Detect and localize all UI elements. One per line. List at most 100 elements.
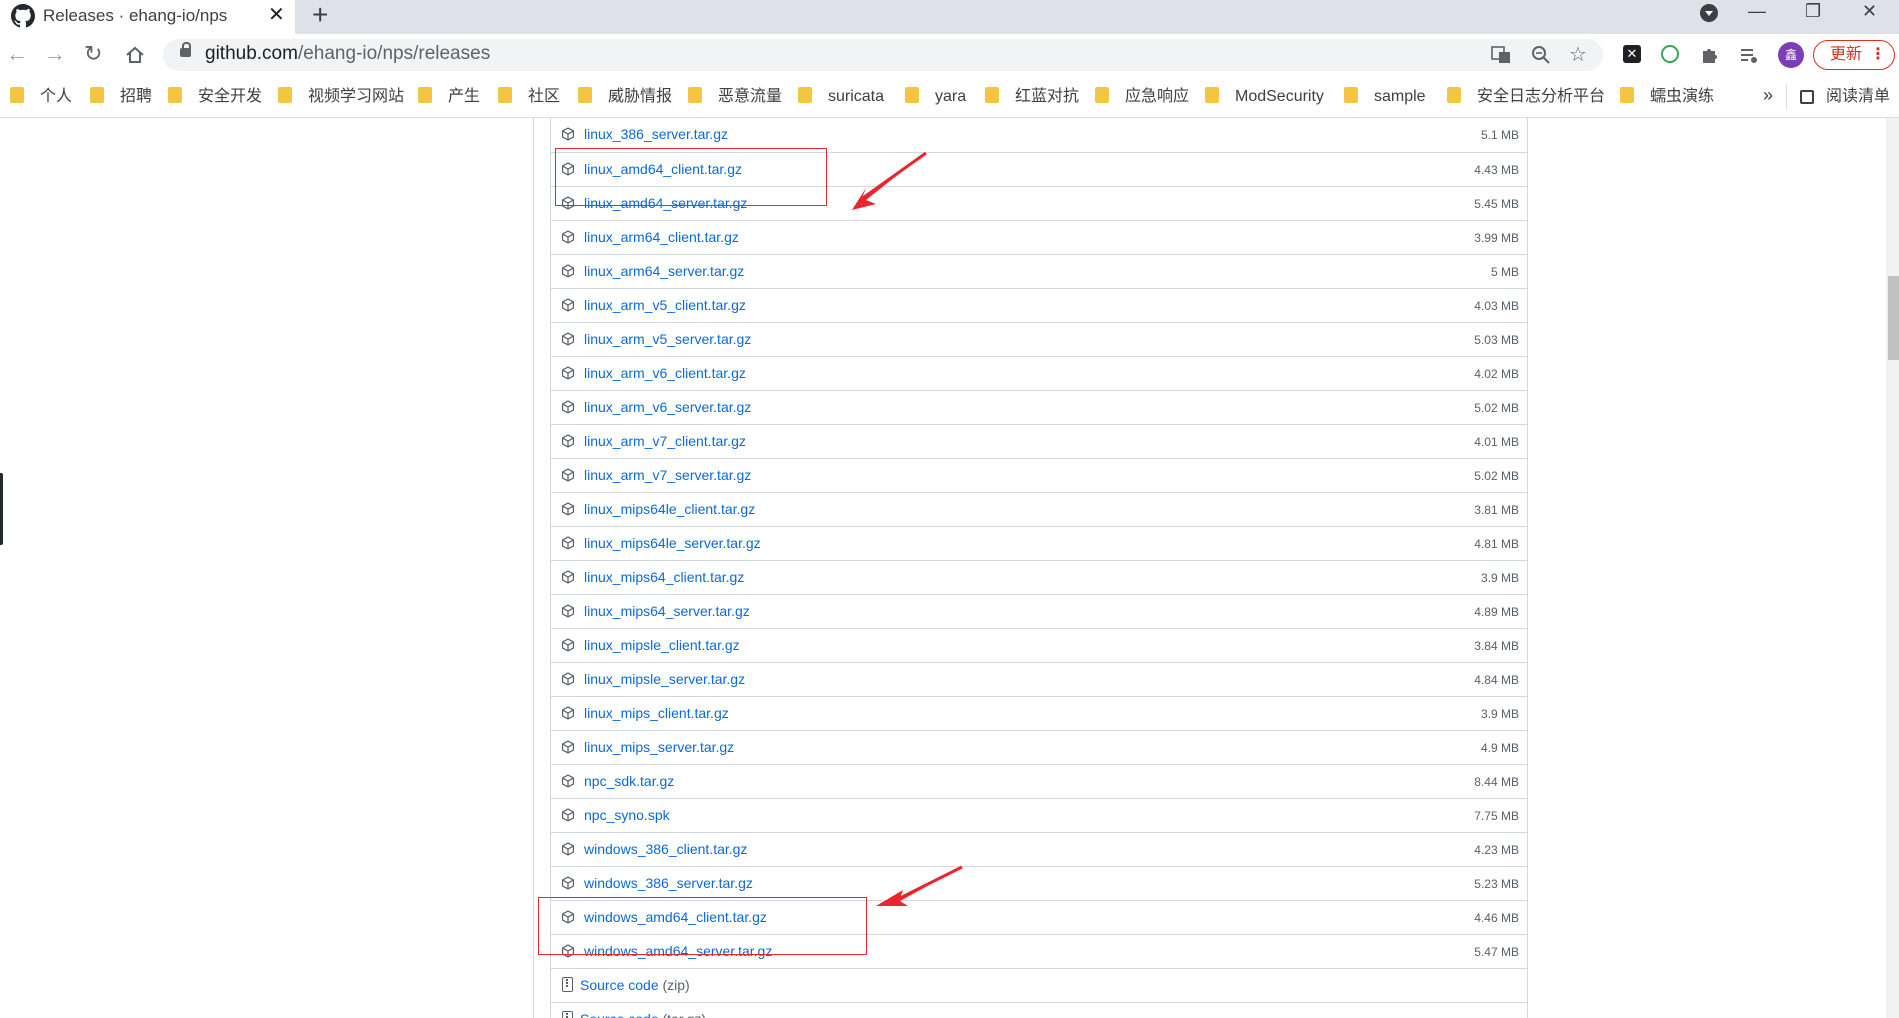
- asset-link[interactable]: linux_mipsle_server.tar.gz: [584, 670, 745, 688]
- package-icon: [561, 604, 575, 618]
- url-text[interactable]: github.com/ehang-io/nps/releases: [205, 43, 490, 65]
- asset-link[interactable]: windows_386_server.tar.gz: [584, 874, 753, 892]
- asset-link[interactable]: linux_mips64_client.tar.gz: [584, 568, 744, 586]
- bookmark-folder[interactable]: 威胁情报: [578, 86, 672, 108]
- asset-link[interactable]: windows_386_client.tar.gz: [584, 840, 747, 858]
- zoom-icon[interactable]: [1530, 44, 1552, 66]
- bookmark-folder[interactable]: 产生: [418, 86, 480, 108]
- asset-row: linux_mips_server.tar.gz 4.9 MB: [551, 730, 1527, 764]
- bookmark-folder[interactable]: 安全日志分析平台: [1447, 86, 1605, 108]
- package-icon: [561, 230, 575, 244]
- bookmark-folder[interactable]: 安全开发: [168, 86, 262, 108]
- asset-link[interactable]: linux_arm_v6_client.tar.gz: [584, 364, 746, 382]
- asset-link[interactable]: linux_arm64_client.tar.gz: [584, 228, 739, 246]
- asset-row: windows_386_server.tar.gz 5.23 MB: [551, 866, 1527, 900]
- asset-size: 4.01 MB: [1474, 435, 1519, 449]
- asset-link[interactable]: linux_mips64_server.tar.gz: [584, 602, 750, 620]
- bookmark-folder[interactable]: 招聘: [90, 86, 152, 108]
- profile-avatar[interactable]: 鑫: [1778, 42, 1804, 68]
- extension-x-icon[interactable]: ✕: [1623, 45, 1641, 63]
- asset-size: 4.43 MB: [1474, 163, 1519, 177]
- asset-link[interactable]: linux_arm_v5_server.tar.gz: [584, 330, 751, 348]
- extension-circle-icon[interactable]: [1661, 45, 1679, 63]
- asset-row: linux_mips64le_server.tar.gz 4.81 MB: [551, 526, 1527, 560]
- asset-link[interactable]: linux_mipsle_client.tar.gz: [584, 636, 740, 654]
- translate-icon[interactable]: [1490, 44, 1512, 66]
- bookmark-folder[interactable]: 个人: [10, 86, 72, 108]
- package-icon: [561, 808, 575, 822]
- github-icon: [11, 4, 35, 28]
- asset-link[interactable]: npc_syno.spk: [584, 806, 670, 824]
- update-button[interactable]: 更新 ⋮: [1813, 40, 1895, 70]
- package-icon: [561, 638, 575, 652]
- asset-size: 5.1 MB: [1480, 128, 1519, 142]
- asset-size: 4.02 MB: [1474, 367, 1519, 381]
- asset-link[interactable]: linux_mips64le_client.tar.gz: [584, 500, 755, 518]
- folder-icon: [985, 87, 999, 103]
- bookmark-folder[interactable]: 视频学习网站: [278, 86, 404, 108]
- asset-link[interactable]: linux_mips64le_server.tar.gz: [584, 534, 761, 552]
- bookmark-label: 产生: [448, 88, 481, 105]
- bookmark-folder[interactable]: ModSecurity: [1205, 86, 1324, 108]
- bookmark-folder[interactable]: 红蓝对抗: [985, 86, 1079, 108]
- bookmark-folder[interactable]: 蠕虫演练: [1620, 86, 1714, 108]
- reload-icon[interactable]: ↻: [84, 42, 102, 66]
- asset-link[interactable]: linux_arm_v6_server.tar.gz: [584, 398, 751, 416]
- scrollbar-thumb[interactable]: [1888, 276, 1899, 360]
- bookmark-label: 社区: [528, 88, 561, 105]
- asset-link[interactable]: linux_mips_client.tar.gz: [584, 704, 729, 722]
- bookmarks-bar: 个人 招聘 安全开发 视频学习网站 产生 社区 威胁情报 恶意流量 surica…: [0, 76, 1899, 118]
- package-icon: [561, 298, 575, 312]
- restore-button[interactable]: ❐: [1805, 0, 1821, 22]
- asset-link[interactable]: npc_sdk.tar.gz: [584, 772, 674, 790]
- bookmark-star-icon[interactable]: ☆: [1569, 44, 1587, 66]
- package-icon: [561, 536, 575, 550]
- tab-releases[interactable]: Releases · ehang-io/nps ✕: [0, 0, 295, 34]
- package-icon: [561, 468, 575, 482]
- asset-link[interactable]: linux_arm_v7_client.tar.gz: [584, 432, 746, 450]
- bookmarks-more-icon[interactable]: »: [1763, 85, 1773, 106]
- new-tab-button[interactable]: +: [312, 0, 328, 30]
- asset-link[interactable]: linux_arm64_server.tar.gz: [584, 262, 744, 280]
- window-close-button[interactable]: ✕: [1862, 0, 1877, 22]
- forward-icon[interactable]: →: [44, 42, 66, 66]
- source-code-ext: (tar.gz): [663, 1011, 707, 1018]
- home-icon[interactable]: [124, 44, 146, 66]
- bookmark-label: 个人: [40, 88, 73, 105]
- asset-size: 3.9 MB: [1480, 707, 1519, 721]
- menu-dots-icon: ⋮: [1870, 46, 1886, 63]
- asset-size: 5.03 MB: [1474, 333, 1519, 347]
- asset-row: npc_sdk.tar.gz 8.44 MB: [551, 764, 1527, 798]
- source-code-link[interactable]: Source code (tar.gz): [580, 1010, 706, 1018]
- bookmark-folder[interactable]: yara: [905, 86, 966, 108]
- reading-list-button[interactable]: 阅读清单: [1800, 86, 1890, 108]
- minimize-button[interactable]: —: [1748, 0, 1766, 22]
- release-assets-list: linux_386_server.tar.gz 5.1 MB linux_amd64…: [550, 118, 1528, 1018]
- asset-link[interactable]: linux_386_server.tar.gz: [584, 125, 728, 143]
- bookmark-folder[interactable]: 恶意流量: [688, 86, 782, 108]
- scrollbar-track[interactable]: [1886, 118, 1899, 1018]
- asset-link[interactable]: linux_arm_v5_client.tar.gz: [584, 296, 746, 314]
- file-zip-icon: [562, 1011, 573, 1018]
- asset-size: 4.89 MB: [1474, 605, 1519, 619]
- source-code-link[interactable]: Source code (zip): [580, 976, 690, 994]
- side-tab-handle[interactable]: [0, 473, 3, 545]
- bookmark-folder[interactable]: 社区: [498, 86, 560, 108]
- bookmark-folder[interactable]: suricata: [798, 86, 884, 108]
- package-icon: [561, 774, 575, 788]
- bookmark-folder[interactable]: 应急响应: [1095, 86, 1189, 108]
- source-code-label: Source code: [580, 977, 659, 993]
- tab-close-icon[interactable]: ✕: [268, 4, 285, 26]
- lock-icon[interactable]: [180, 42, 191, 57]
- media-control-icon[interactable]: [1738, 44, 1760, 66]
- extensions-puzzle-icon[interactable]: [1699, 44, 1721, 66]
- tab-search-icon[interactable]: [1700, 4, 1718, 22]
- folder-icon: [168, 87, 182, 103]
- asset-row: linux_mips64_client.tar.gz 3.9 MB: [551, 560, 1527, 594]
- asset-link[interactable]: linux_arm_v7_server.tar.gz: [584, 466, 751, 484]
- back-icon[interactable]: ←: [6, 42, 28, 66]
- tab-strip: Releases · ehang-io/nps ✕ + — ❐ ✕: [0, 0, 1899, 34]
- asset-link[interactable]: linux_mips_server.tar.gz: [584, 738, 734, 756]
- bookmark-folder[interactable]: sample: [1344, 86, 1426, 108]
- bookmark-label: sample: [1374, 88, 1426, 105]
